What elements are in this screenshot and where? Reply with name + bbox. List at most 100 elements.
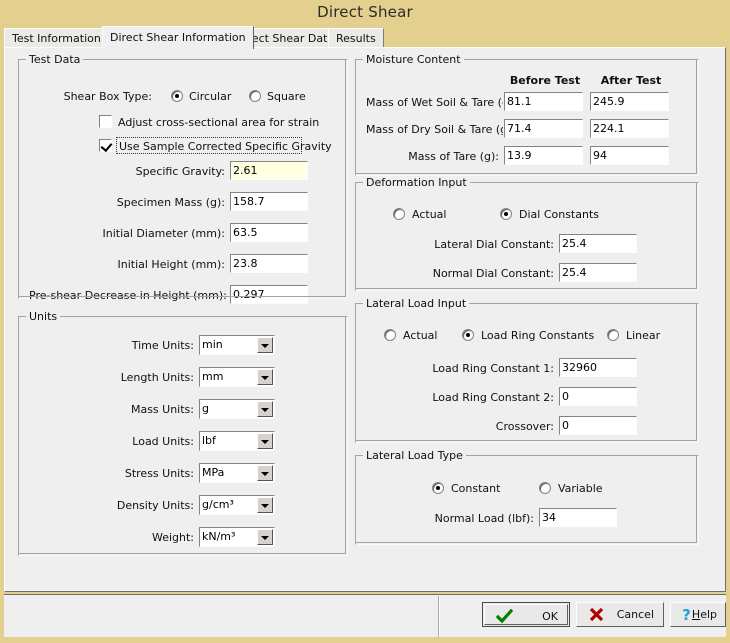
- chevron-down-icon[interactable]: [257, 529, 273, 545]
- group-lateral-load-input-legend: Lateral Load Input: [363, 297, 469, 310]
- radio-lateral-load-variable[interactable]: [539, 482, 551, 494]
- normal-dial-constant-input[interactable]: 25.4: [559, 263, 637, 282]
- length-units-select[interactable]: mm: [199, 367, 275, 387]
- tab-direct-shear-information[interactable]: Direct Shear Information: [102, 26, 254, 49]
- radio-deformation-actual-label: Actual: [412, 208, 446, 221]
- chevron-down-icon[interactable]: [257, 401, 273, 417]
- stress-units-select[interactable]: MPa: [199, 463, 275, 483]
- load-ring-constant-1-input[interactable]: 32960: [559, 358, 637, 377]
- radio-shear-box-circular-label: Circular: [189, 90, 231, 103]
- ok-button-label: OK: [542, 605, 558, 628]
- radio-shear-box-square[interactable]: [249, 90, 261, 102]
- normal-load-input[interactable]: 34: [539, 508, 617, 527]
- radio-lateral-load-variable-label: Variable: [558, 482, 603, 495]
- weight-units-value: kN/m³: [202, 528, 235, 546]
- close-icon: [588, 606, 605, 623]
- density-units-label: Density Units:: [59, 499, 194, 512]
- chevron-down-icon[interactable]: [257, 433, 273, 449]
- chevron-down-icon[interactable]: [257, 497, 273, 513]
- mass-wet-soil-tare-before-input[interactable]: 81.1: [504, 92, 583, 111]
- mass-wet-soil-tare-after-input[interactable]: 245.9: [590, 92, 669, 111]
- mass-units-label: Mass Units:: [59, 403, 194, 416]
- group-moisture-content: Moisture Content Before Test After Test …: [355, 59, 699, 176]
- checkbox-use-sample-corrected-specific-gravity-label: Use Sample Corrected Specific Gravity: [119, 140, 332, 153]
- length-units-label: Length Units:: [59, 371, 194, 384]
- time-units-value: min: [202, 336, 223, 354]
- group-test-data: Test Data Shear Box Type: Circular Squar…: [18, 59, 348, 299]
- help-button-label-rest: elp: [700, 608, 717, 621]
- help-button-label: Help: [692, 603, 717, 626]
- pre-shear-decrease-label: Pre-shear Decrease in Height (mm):: [29, 289, 225, 302]
- chevron-down-icon[interactable]: [257, 337, 273, 353]
- group-deformation-input: Deformation Input Actual Dial Constants …: [355, 182, 699, 291]
- group-moisture-content-legend: Moisture Content: [363, 53, 464, 66]
- mass-dry-soil-tare-after-input[interactable]: 224.1: [590, 119, 669, 138]
- chevron-down-icon[interactable]: [257, 465, 273, 481]
- group-lateral-load-input: Lateral Load Input Actual Load Ring Cons…: [355, 303, 699, 443]
- weight-units-select[interactable]: kN/m³: [199, 527, 275, 547]
- window-title: Direct Shear: [317, 3, 413, 21]
- load-units-select[interactable]: lbf: [199, 431, 275, 451]
- radio-deformation-dial-constants-label: Dial Constants: [519, 208, 599, 221]
- specimen-mass-label: Specimen Mass (g):: [39, 196, 225, 209]
- mass-units-select[interactable]: g: [199, 399, 275, 419]
- tab-test-information[interactable]: Test Information: [4, 28, 109, 48]
- stress-units-label: Stress Units:: [59, 467, 194, 480]
- crossover-input[interactable]: 0: [559, 416, 637, 435]
- initial-diameter-input[interactable]: 63.5: [230, 223, 308, 242]
- radio-deformation-actual[interactable]: [393, 208, 405, 220]
- radio-lateral-load-linear-label: Linear: [626, 329, 660, 342]
- normal-dial-constant-label: Normal Dial Constant:: [396, 267, 554, 280]
- radio-lateral-load-linear[interactable]: [607, 329, 619, 341]
- radio-lateral-load-ring-constants-label: Load Ring Constants: [481, 329, 594, 342]
- checkbox-adjust-cross-sectional-area-label: Adjust cross-sectional area for strain: [118, 116, 319, 129]
- lateral-dial-constant-label: Lateral Dial Constant:: [396, 238, 554, 251]
- tab-results[interactable]: Results: [328, 28, 384, 48]
- initial-height-label: Initial Height (mm):: [39, 258, 225, 271]
- lateral-dial-constant-input[interactable]: 25.4: [559, 234, 637, 253]
- radio-lateral-load-constant[interactable]: [432, 482, 444, 494]
- mass-tare-label: Mass of Tare (g):: [366, 150, 499, 163]
- mass-dry-soil-tare-before-input[interactable]: 71.4: [504, 119, 583, 138]
- radio-shear-box-square-label: Square: [267, 90, 306, 103]
- group-units: Units Time Units: min Length Units: mm M…: [18, 316, 348, 556]
- help-button[interactable]: ? Help: [670, 602, 726, 627]
- load-units-label: Load Units:: [59, 435, 194, 448]
- window-titlebar: Direct Shear: [0, 0, 730, 24]
- direct-shear-window: Direct Shear Test Information Direct She…: [0, 0, 730, 643]
- ok-button-inner: OK: [484, 604, 568, 625]
- load-ring-constant-2-input[interactable]: 0: [559, 387, 637, 406]
- shear-box-type-label: Shear Box Type:: [39, 90, 152, 103]
- density-units-select[interactable]: g/cm³: [199, 495, 275, 515]
- cancel-button-label: Cancel: [617, 603, 654, 626]
- mass-tare-after-input[interactable]: 94: [590, 146, 669, 165]
- status-bar: OK Cancel ? Help: [4, 594, 726, 637]
- radio-lateral-load-actual[interactable]: [384, 329, 396, 341]
- checkbox-adjust-cross-sectional-area[interactable]: [99, 115, 112, 128]
- mass-tare-before-input[interactable]: 13.9: [504, 146, 583, 165]
- normal-load-label: Normal Load (lbf):: [396, 512, 534, 525]
- time-units-label: Time Units:: [59, 339, 194, 352]
- chevron-down-icon[interactable]: [257, 369, 273, 385]
- group-units-legend: Units: [26, 310, 60, 323]
- help-button-mnemonic: H: [692, 608, 700, 621]
- specimen-mass-input[interactable]: 158.7: [230, 192, 308, 211]
- initial-height-input[interactable]: 23.8: [230, 254, 308, 273]
- load-units-value: lbf: [202, 432, 216, 450]
- load-ring-constant-2-label: Load Ring Constant 2:: [396, 391, 554, 404]
- cancel-button[interactable]: Cancel: [576, 602, 664, 627]
- svg-text:?: ?: [682, 606, 691, 623]
- ok-button[interactable]: OK: [482, 602, 570, 627]
- radio-lateral-load-ring-constants[interactable]: [462, 329, 474, 341]
- specific-gravity-input[interactable]: 2.61: [230, 161, 308, 180]
- pre-shear-decrease-input[interactable]: 0.297: [230, 285, 308, 304]
- group-test-data-legend: Test Data: [26, 53, 83, 66]
- tab-panel-direct-shear-information: Test Data Shear Box Type: Circular Squar…: [4, 47, 726, 592]
- time-units-select[interactable]: min: [199, 335, 275, 355]
- radio-shear-box-circular[interactable]: [171, 90, 183, 102]
- group-lateral-load-type-legend: Lateral Load Type: [363, 449, 466, 462]
- crossover-label: Crossover:: [396, 420, 554, 433]
- radio-deformation-dial-constants[interactable]: [500, 208, 512, 220]
- specific-gravity-label: Specific Gravity:: [39, 165, 225, 178]
- checkbox-use-sample-corrected-specific-gravity[interactable]: [99, 139, 112, 152]
